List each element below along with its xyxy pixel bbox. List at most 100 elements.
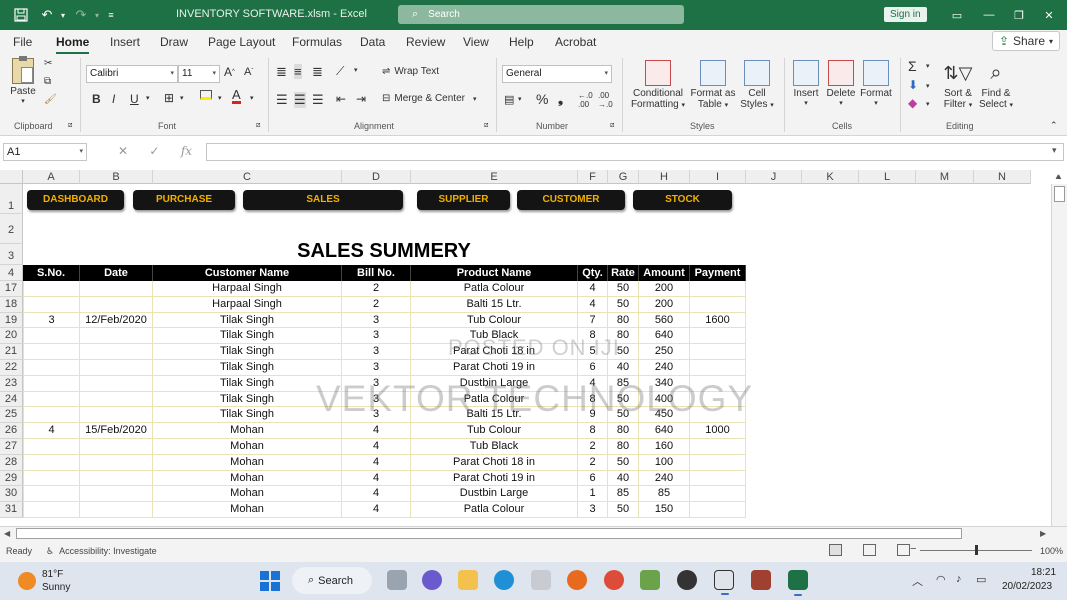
table-cell[interactable]: 50 — [608, 502, 639, 518]
table-cell[interactable] — [690, 344, 746, 360]
table-cell[interactable] — [80, 454, 153, 471]
table-cell[interactable] — [690, 502, 746, 518]
table-cell[interactable]: Tilak Singh — [153, 312, 342, 329]
dashboard-nav-button[interactable]: DASHBOARD — [27, 190, 124, 210]
format-as-table-button[interactable]: Format as Table ▾ — [690, 60, 736, 110]
normal-view-icon[interactable] — [829, 544, 842, 556]
tray-chevron-up-icon[interactable]: ︿ — [912, 573, 923, 589]
table-cell[interactable]: 3 — [23, 312, 80, 329]
chevron-down-icon[interactable]: ▾ — [218, 94, 222, 102]
edge-icon[interactable] — [494, 570, 514, 590]
row-header-26[interactable]: 26 — [0, 423, 23, 439]
vertical-scrollbar[interactable]: ▲ — [1051, 172, 1067, 526]
table-cell[interactable]: 3 — [342, 312, 411, 329]
restore-icon[interactable]: ❐ — [1004, 0, 1034, 30]
chevron-down-icon[interactable]: ▾ — [146, 94, 150, 102]
table-cell[interactable]: Tilak Singh — [153, 360, 342, 376]
table-cell[interactable]: Tilak Singh — [153, 344, 342, 360]
table-cell[interactable] — [23, 281, 80, 297]
column-header-b[interactable]: B — [80, 170, 153, 184]
table-cell[interactable]: Tilak Singh — [153, 328, 342, 345]
autosum-icon[interactable]: Σ — [908, 58, 917, 74]
table-cell[interactable]: 4 — [342, 454, 411, 471]
table-header-cell[interactable]: Customer Name — [153, 265, 342, 281]
insert-function-icon[interactable]: fx — [181, 144, 192, 158]
row-header-28[interactable]: 28 — [0, 454, 23, 471]
ribbon-display-icon[interactable]: ▭ — [942, 0, 972, 30]
table-cell[interactable]: 40 — [608, 360, 639, 376]
purchase-nav-button[interactable]: PURCHASE — [133, 190, 235, 210]
align-right-icon[interactable]: ☰ — [312, 92, 324, 108]
table-header-cell[interactable]: Amount — [639, 265, 690, 281]
increase-decimal-icon[interactable]: ←.0.00 — [578, 91, 593, 109]
table-cell[interactable]: 85 — [608, 486, 639, 503]
table-cell[interactable]: 640 — [639, 423, 690, 439]
table-cell[interactable]: 2 — [342, 296, 411, 313]
dialog-launcher-icon[interactable]: ⧄ — [610, 122, 614, 130]
cell-styles-button[interactable]: Cell Styles ▾ — [736, 60, 778, 110]
table-cell[interactable] — [80, 439, 153, 455]
vertical-scroll-thumb[interactable] — [1054, 186, 1065, 202]
table-cell[interactable]: 200 — [639, 281, 690, 297]
cut-icon[interactable]: ✂ — [44, 58, 52, 69]
tab-review[interactable]: Review — [406, 35, 445, 49]
table-cell[interactable]: 50 — [608, 454, 639, 471]
stock-nav-button[interactable]: STOCK — [633, 190, 732, 210]
dialog-launcher-icon[interactable]: ⧄ — [68, 122, 72, 130]
table-cell[interactable]: Balti 15 Ltr. — [411, 296, 578, 313]
enter-icon[interactable]: ✓ — [149, 144, 159, 158]
sign-in-button[interactable]: Sign in — [884, 7, 927, 22]
tab-file[interactable]: File — [13, 35, 32, 49]
table-cell[interactable]: 1 — [578, 486, 608, 503]
table-cell[interactable] — [690, 486, 746, 503]
table-cell[interactable] — [23, 454, 80, 471]
row-header-3[interactable]: 3 — [0, 244, 23, 265]
chevron-down-icon[interactable]: ▾ — [518, 95, 522, 103]
column-header-k[interactable]: K — [802, 170, 859, 184]
tab-insert[interactable]: Insert — [110, 35, 140, 49]
customer-nav-button[interactable]: CUSTOMER — [517, 190, 625, 210]
tab-page-layout[interactable]: Page Layout — [208, 35, 275, 49]
horizontal-scrollbar[interactable]: ◀ ▶ — [0, 526, 1067, 540]
table-cell[interactable] — [23, 486, 80, 503]
supplier-nav-button[interactable]: SUPPLIER — [417, 190, 510, 210]
table-cell[interactable]: 100 — [639, 454, 690, 471]
zoom-level[interactable]: 100% — [1040, 546, 1063, 556]
table-cell[interactable]: Harpaal Singh — [153, 281, 342, 297]
collapse-ribbon-icon[interactable]: ⌃ — [1050, 120, 1058, 131]
row-header-2[interactable]: 2 — [0, 214, 23, 244]
table-cell[interactable]: Mohan — [153, 439, 342, 455]
table-cell[interactable]: Tilak Singh — [153, 375, 342, 392]
volume-icon[interactable]: ♪ — [956, 573, 962, 585]
align-top-icon[interactable]: ≣ — [276, 64, 287, 80]
zoom-out-icon[interactable]: − — [910, 543, 916, 555]
table-cell[interactable]: Mohan — [153, 470, 342, 487]
table-cell[interactable]: 4 — [23, 423, 80, 439]
table-cell[interactable]: 80 — [608, 423, 639, 439]
table-cell[interactable]: Patla Colour — [411, 502, 578, 518]
table-cell[interactable]: Mohan — [153, 423, 342, 439]
table-cell[interactable]: 150 — [639, 502, 690, 518]
table-header-cell[interactable]: Product Name — [411, 265, 578, 281]
font-size-combo[interactable]: 11 ▾ — [178, 65, 220, 83]
percent-icon[interactable]: % — [536, 91, 548, 107]
table-cell[interactable]: 6 — [578, 470, 608, 487]
decrease-indent-icon[interactable]: ⇤ — [336, 92, 346, 106]
table-cell[interactable]: 1600 — [690, 312, 746, 329]
store-icon[interactable] — [531, 570, 551, 590]
table-cell[interactable] — [23, 439, 80, 455]
find-select-button[interactable]: ⌕ Find & Select ▾ — [976, 60, 1016, 110]
table-cell[interactable] — [690, 296, 746, 313]
wrap-text-button[interactable]: ⇌ Wrap Text — [382, 66, 439, 77]
row-header-20[interactable]: 20 — [0, 328, 23, 345]
row-header-25[interactable]: 25 — [0, 407, 23, 424]
table-cell[interactable]: 85 — [639, 486, 690, 503]
table-cell[interactable]: 6 — [578, 360, 608, 376]
conditional-formatting-button[interactable]: Conditional Formatting ▾ — [630, 60, 686, 110]
chevron-down-icon[interactable]: ▾ — [926, 82, 930, 90]
task-view-icon[interactable] — [387, 570, 407, 590]
wifi-icon[interactable]: ◠ — [936, 573, 946, 586]
format-cells-button[interactable]: Format ▾ — [858, 60, 894, 107]
table-cell[interactable] — [23, 296, 80, 313]
column-header-l[interactable]: L — [859, 170, 916, 184]
